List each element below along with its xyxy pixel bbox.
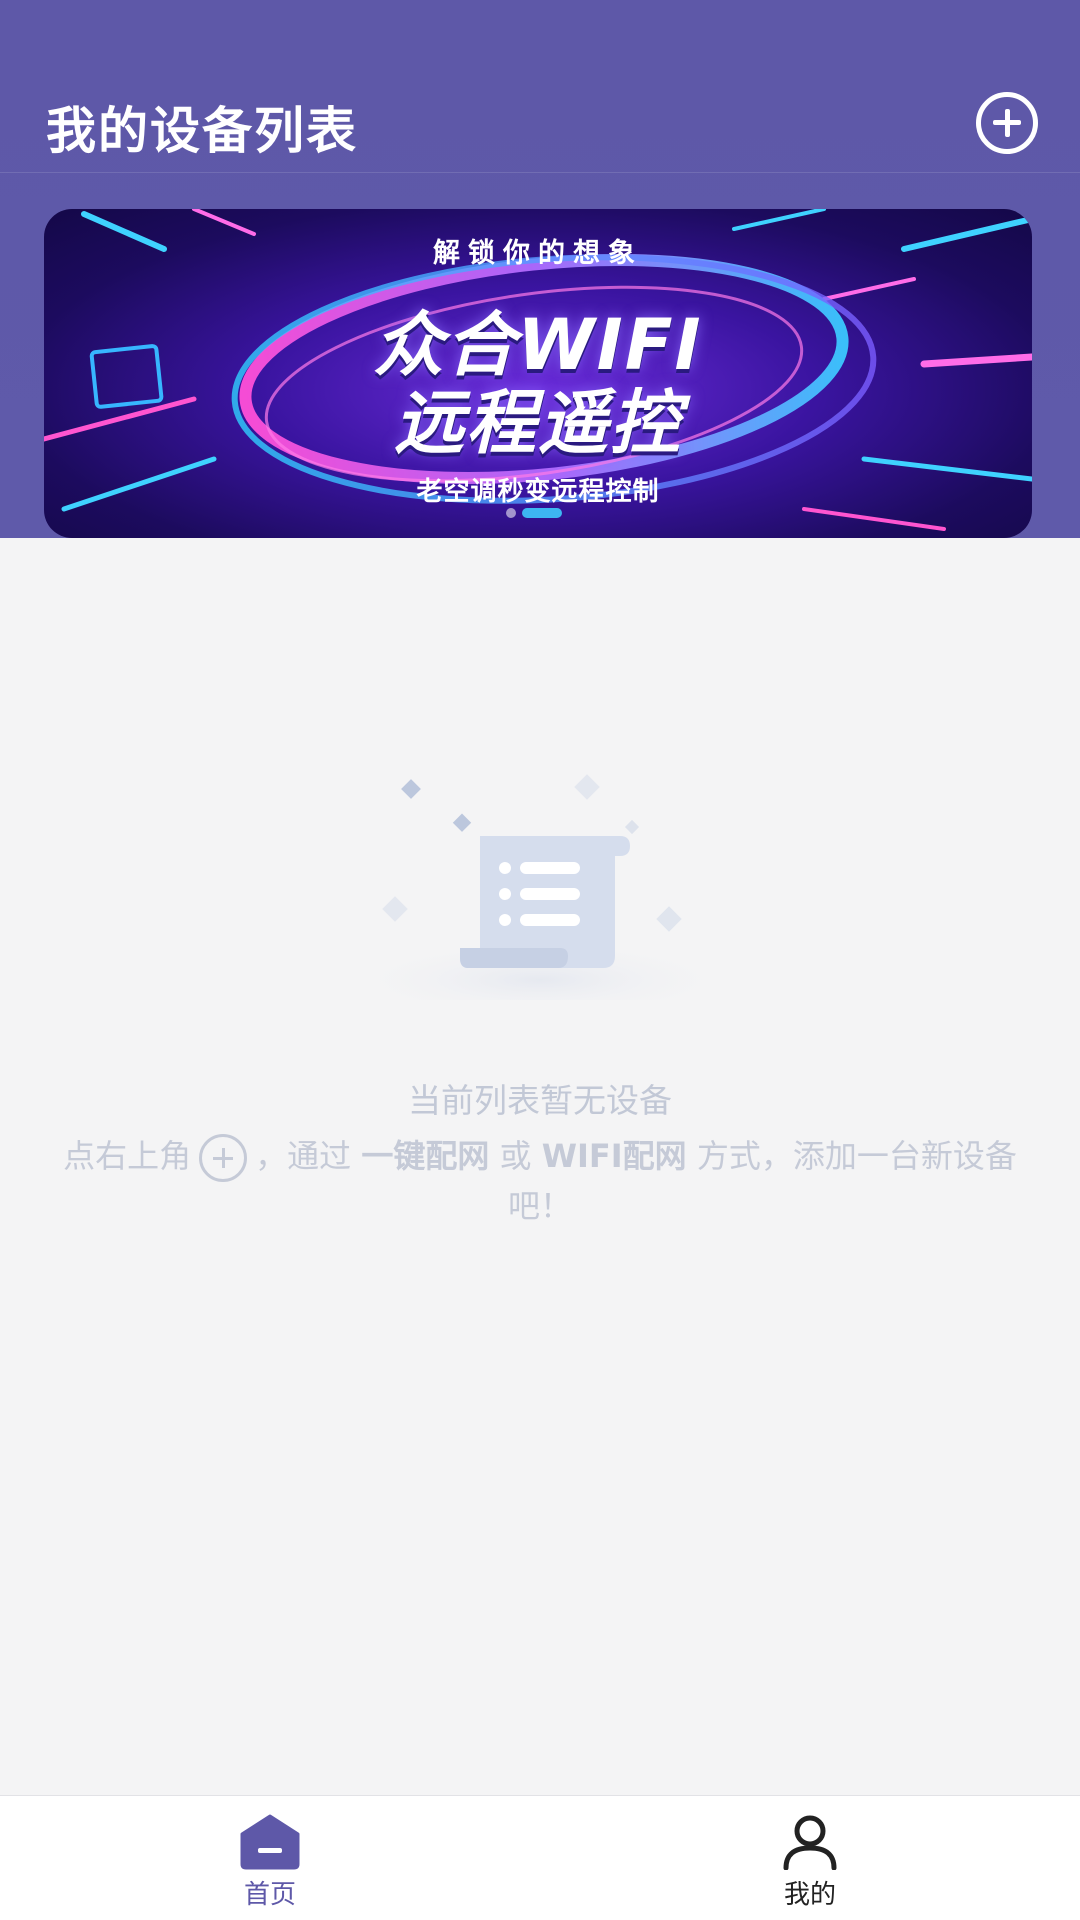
promo-banner[interactable]: 解锁你的想象 众合WIFI 远程遥控 老空调秒变远程控制 — [44, 209, 1032, 538]
banner-headline-2: 远程遥控 — [394, 382, 682, 464]
app-screen: 我的设备列表 解锁你的想象 众合WIFI 远程遥控 老空调秒变远程控制 当前列表… — [0, 0, 1080, 1920]
tab-mine[interactable]: 我的 — [710, 1796, 910, 1920]
banner-caption: 老空调秒变远程控制 — [416, 477, 660, 507]
empty-desc-text-2: ，通过 — [255, 1137, 352, 1175]
tab-home[interactable]: 首页 — [170, 1796, 370, 1920]
empty-desc-bold-1: 一键配网 — [361, 1137, 490, 1175]
header-divider — [0, 172, 1080, 173]
tab-home-label: 首页 — [243, 1880, 296, 1910]
empty-desc-bold-2: WIFI配网 — [541, 1137, 687, 1175]
carousel-dot[interactable] — [506, 508, 516, 518]
carousel-indicator — [506, 508, 606, 518]
user-icon — [783, 1815, 837, 1870]
page-title: 我的设备列表 — [46, 102, 358, 160]
empty-state-description: 点右上角 ，通过 一键配网 或 WIFI配网 方式，添加一台新设备吧！ — [40, 1132, 1040, 1230]
empty-desc-text-3: 或 — [499, 1137, 532, 1175]
carousel-dot-active[interactable] — [522, 508, 562, 518]
plus-circle-icon — [199, 1134, 248, 1182]
home-icon — [240, 1814, 300, 1870]
header: 我的设备列表 解锁你的想象 众合WIFI 远程遥控 老空调秒变远程控制 — [0, 0, 1080, 538]
empty-state-title: 当前列表暂无设备 — [408, 1081, 672, 1120]
empty-desc-text-1: 点右上角 — [63, 1137, 192, 1175]
document-list-icon — [340, 774, 740, 1000]
add-device-button[interactable] — [976, 92, 1038, 154]
banner-subtitle: 解锁你的想象 — [433, 238, 643, 269]
tab-mine-label: 我的 — [783, 1880, 836, 1910]
bottom-tab-bar: 首页 我的 — [0, 1795, 1080, 1920]
